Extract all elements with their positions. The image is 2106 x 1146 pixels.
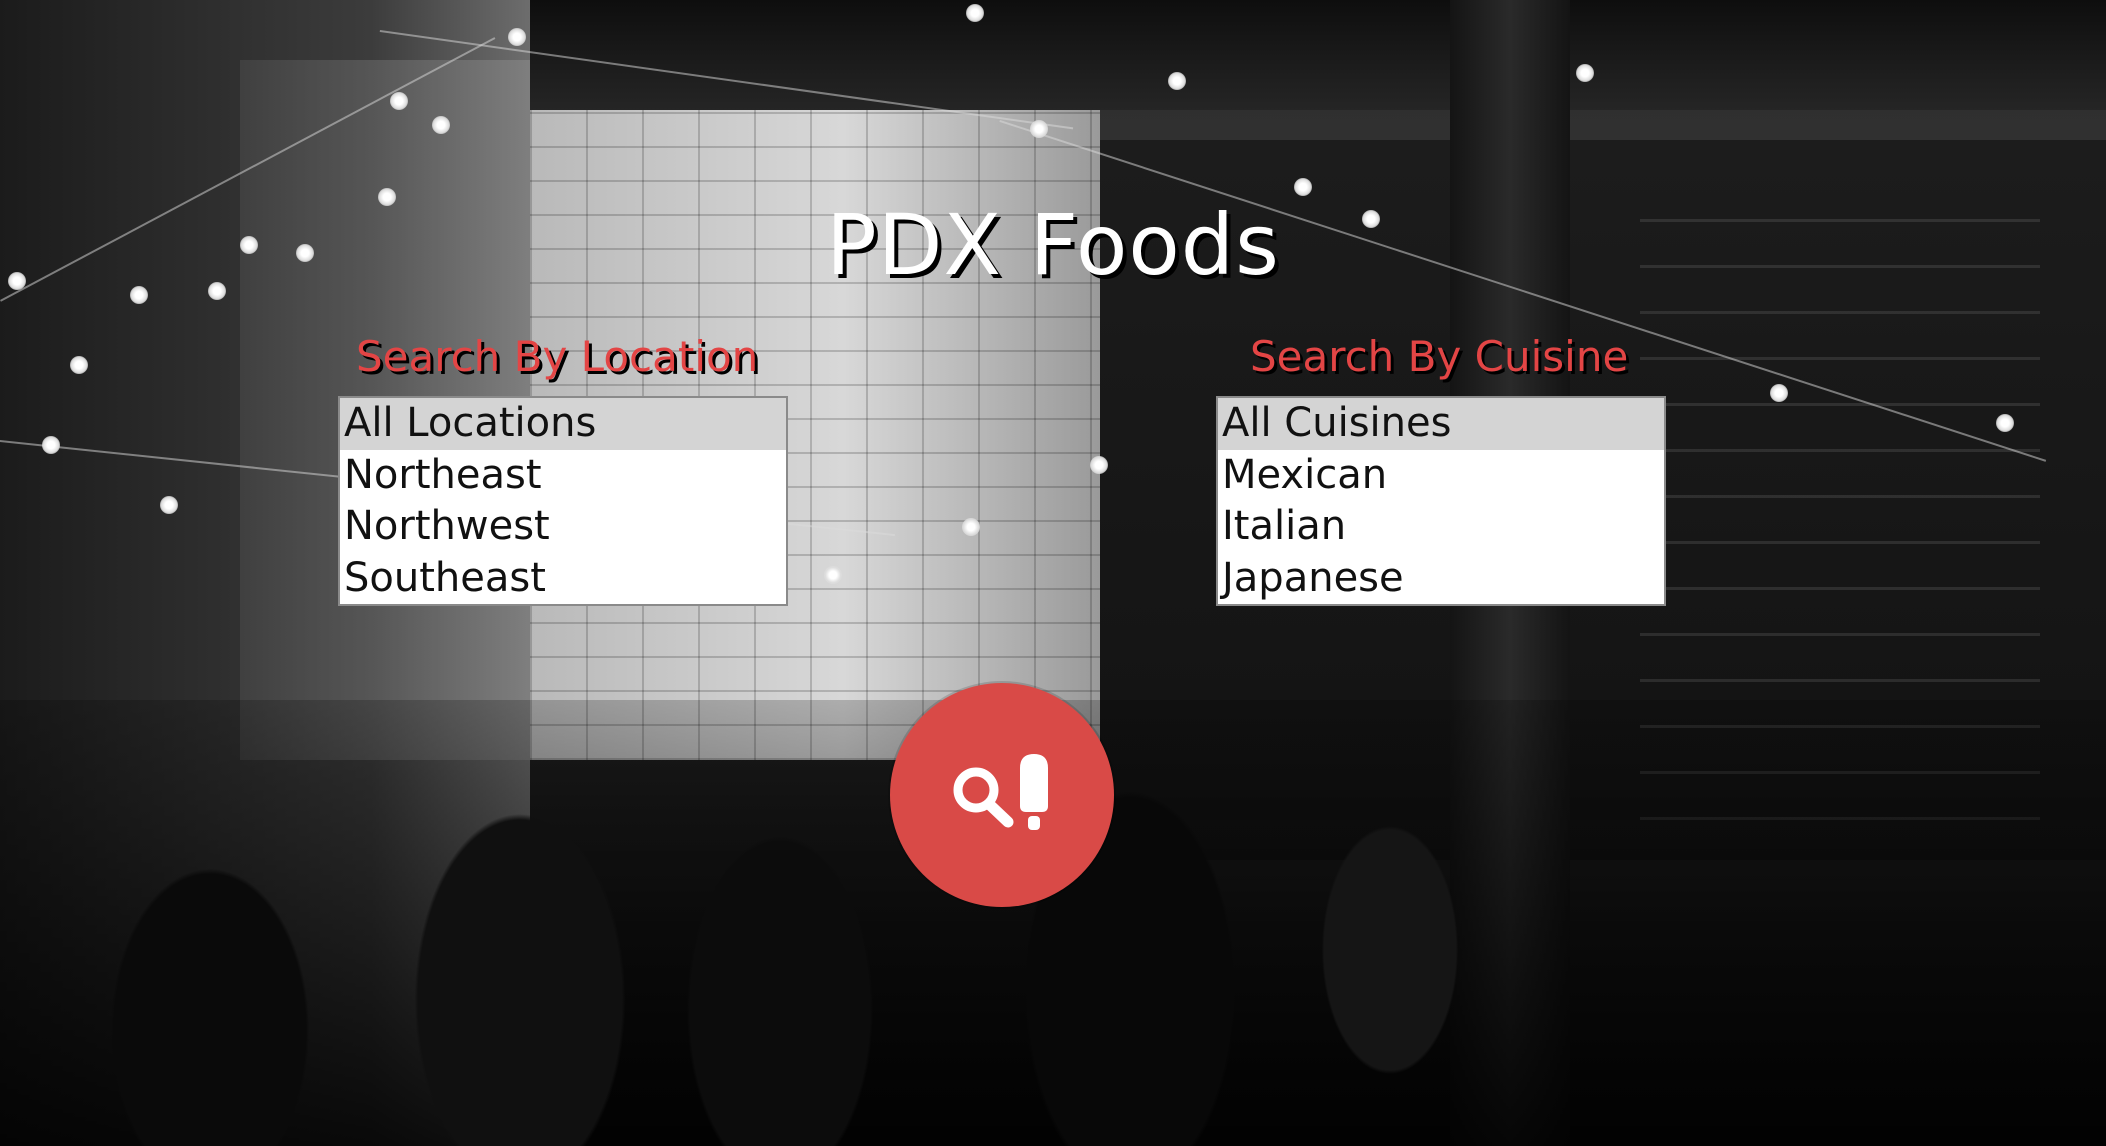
location-listbox[interactable]: All Locations Northeast Northwest Southe… [338,396,788,606]
background-photo [0,0,2106,1146]
string-light-bulb [508,28,526,46]
string-light-bulb [160,496,178,514]
location-filter-label: Search By Location [356,332,759,381]
cuisine-option-italian[interactable]: Italian [1218,501,1664,553]
string-light-bulb [962,518,980,536]
cuisine-option-all[interactable]: All Cuisines [1218,398,1664,450]
location-option-northeast[interactable]: Northeast [340,450,786,502]
string-light-bulb [1168,72,1186,90]
string-light-bulb [390,92,408,110]
location-option-southeast[interactable]: Southeast [340,553,786,605]
cuisine-filter-label: Search By Cuisine [1250,332,1629,381]
string-light-bulb [1090,456,1108,474]
string-light-bulb [432,116,450,134]
string-light-bulb [1996,414,2014,432]
string-light-bulb [1576,64,1594,82]
cuisine-option-japanese[interactable]: Japanese [1218,553,1664,605]
string-light-bulb [1770,384,1788,402]
string-light-bulb [966,4,984,22]
cuisine-option-mexican[interactable]: Mexican [1218,450,1664,502]
background-ceiling-beam [530,0,2106,110]
cuisine-listbox[interactable]: All Cuisines Mexican Italian Japanese [1216,396,1666,606]
search-button[interactable] [890,683,1114,907]
location-option-northwest[interactable]: Northwest [340,501,786,553]
string-light-bulb [42,436,60,454]
string-light-bulb [824,566,842,584]
string-light-bulb [1030,120,1048,138]
search-food-icon [953,754,1048,830]
page-title: PDX Foods [826,196,1280,294]
string-light-bulb [70,356,88,374]
string-light-bulb [1294,178,1312,196]
location-option-all[interactable]: All Locations [340,398,786,450]
